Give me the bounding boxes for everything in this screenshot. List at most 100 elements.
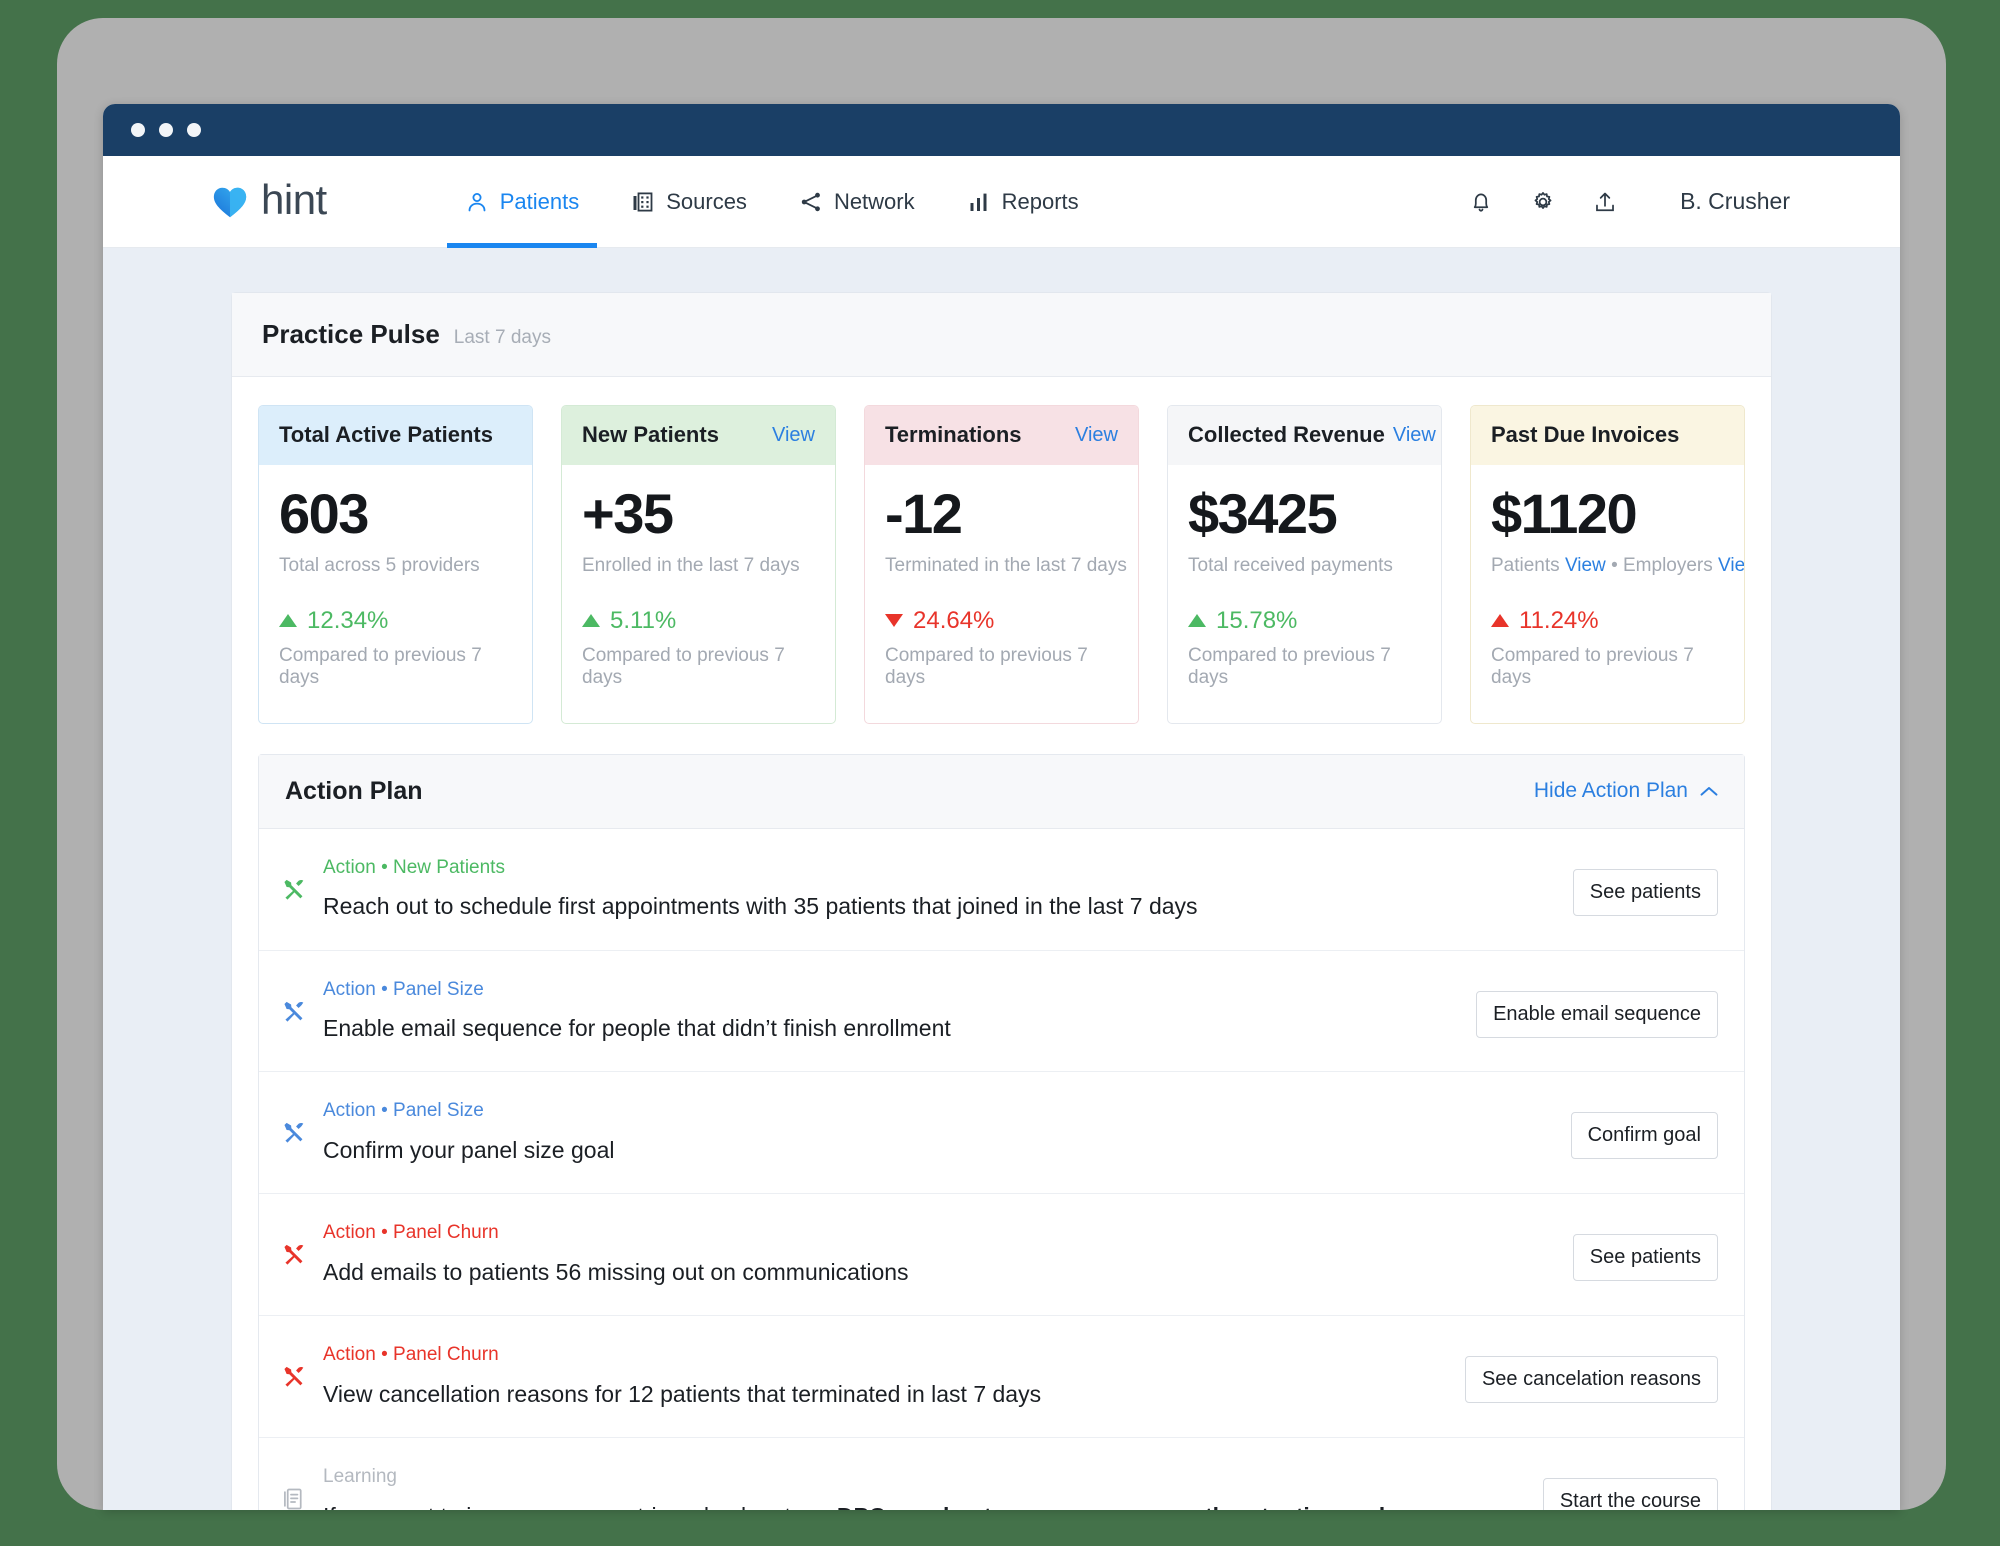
chevron-up-icon <box>1700 786 1718 796</box>
metric-delta-value: 24.64% <box>913 606 995 634</box>
action-plan-row: Action • Panel Size Confirm your panel si… <box>259 1072 1744 1195</box>
tools-icon <box>284 1245 304 1266</box>
card-note-text: Terminated in the last 7 days <box>885 554 1127 576</box>
action-row-category[interactable]: Learning <box>323 1464 1527 1491</box>
brand-logo[interactable]: hint <box>211 178 327 221</box>
metric-card: Collected Revenue View $3425 Total received… <box>1167 405 1442 724</box>
card-note-text: • <box>1611 554 1618 576</box>
action-plan-rows: Action • New Patients Reach out to schedu… <box>259 829 1744 1510</box>
action-row-description: Add emails to patients 56 missing out on… <box>323 1256 1557 1289</box>
action-row-description: If you want to improve your metrics, che… <box>323 1500 1527 1510</box>
action-row-category[interactable]: Action • Panel Size <box>323 1098 1555 1125</box>
metric-card: Past Due Invoices $1120 Patients View • Em… <box>1470 405 1745 724</box>
metric-card: Terminations View -12 Terminated in the las… <box>864 405 1139 724</box>
browser-window: hint Patients Sources Network Reports B.… <box>103 104 1900 1510</box>
triangle-up-icon <box>1491 614 1509 628</box>
minimize-icon[interactable] <box>159 123 173 137</box>
action-row-category[interactable]: Action • New Patients <box>323 855 1557 882</box>
card-note-text: Total received payments <box>1188 554 1393 576</box>
metric-note: Total received payments <box>1188 555 1421 577</box>
action-row-text: Action • Panel Churn View cancellation re… <box>323 1342 1449 1411</box>
action-plan-row: Action • Panel Churn View cancellation re… <box>259 1316 1744 1439</box>
action-row-button[interactable]: See patients <box>1572 868 1718 916</box>
action-row-category[interactable]: Action • Panel Churn <box>323 1342 1449 1369</box>
action-row-category[interactable]: Action • Panel Churn <box>323 1220 1557 1247</box>
close-icon[interactable] <box>131 123 145 137</box>
card-note-text: Employers <box>1623 554 1713 576</box>
metric-card-body: +35 Enrolled in the last 7 days 5.11% Compa… <box>562 465 835 723</box>
action-row-text: Action • New Patients Reach out to schedu… <box>323 855 1557 924</box>
metric-delta: 24.64% <box>885 607 1118 635</box>
metric-compare-label: Compared to previous 7 days <box>582 644 785 688</box>
metric-delta-value: 12.34% <box>307 606 389 634</box>
metric-compare-label: Compared to previous 7 days <box>885 644 1088 688</box>
metric-card: Total Active Patients 603 Total across 5 p… <box>258 405 533 724</box>
document-icon <box>284 1488 302 1510</box>
date-range-label: Last 7 days <box>453 327 551 348</box>
metric-compare-label: Compared to previous 7 days <box>1188 644 1391 688</box>
metric-card-header: Past Due Invoices <box>1471 406 1744 465</box>
gear-icon[interactable] <box>1530 189 1556 215</box>
action-row-description: View cancellation reasons for 12 patient… <box>323 1378 1449 1411</box>
metric-card-header: Collected Revenue View <box>1168 406 1441 465</box>
metric-note: Total across 5 providers <box>279 555 512 577</box>
metric-card-view-link[interactable]: View <box>772 424 815 447</box>
tools-icon <box>284 1123 304 1144</box>
action-plan-row: Action • Panel Size Enable email sequence… <box>259 951 1744 1073</box>
action-plan-row: Action • Panel Churn Add emails to patien… <box>259 1194 1744 1317</box>
action-row-button[interactable]: See patients <box>1572 1234 1718 1282</box>
action-row-text: Action • Panel Size Confirm your panel si… <box>323 1098 1555 1167</box>
metric-compare-label: Compared to previous 7 days <box>1491 644 1694 688</box>
metric-card-view-link[interactable]: View <box>1075 424 1118 447</box>
app-navbar: hint Patients Sources Network Reports B.… <box>103 156 1900 248</box>
card-note-link[interactable]: View <box>1718 555 1744 576</box>
nav-label: Sources <box>666 188 747 214</box>
tools-icon <box>284 1001 304 1022</box>
action-row-text: Action • Panel Size Enable email sequence… <box>323 977 1460 1046</box>
maximize-icon[interactable] <box>187 123 201 137</box>
metric-card-body: $3425 Total received payments 15.78% Compar… <box>1168 465 1441 723</box>
action-row-button-wrap: Confirm goal <box>1570 1098 1718 1160</box>
triangle-up-icon <box>582 614 600 628</box>
action-row-description-text: Add emails to patients 56 missing out on… <box>323 1259 909 1285</box>
triangle-up-icon <box>279 614 297 628</box>
metric-value: 603 <box>279 482 369 545</box>
building-icon <box>633 192 653 212</box>
metric-card-list: Total Active Patients 603 Total across 5 p… <box>232 377 1771 754</box>
action-row-button[interactable]: Enable email sequence <box>1476 990 1718 1038</box>
card-note-text: Enrolled in the last 7 days <box>582 554 800 576</box>
nav-item-network[interactable]: Network <box>773 156 941 248</box>
action-row-button-wrap: See patients <box>1572 1220 1718 1282</box>
action-row-description-plain: If you want to improve your metrics, che… <box>323 1503 837 1510</box>
action-row-description: Reach out to schedule first appointments… <box>323 890 1557 923</box>
practice-pulse-header: Practice Pulse Last 7 days <box>232 293 1771 377</box>
bar-chart-icon <box>970 193 987 211</box>
upload-icon[interactable] <box>1592 189 1618 215</box>
card-note-text: Patients <box>1491 554 1560 576</box>
metric-value: +35 <box>582 482 674 545</box>
hide-action-plan-toggle[interactable]: Hide Action Plan <box>1534 779 1718 803</box>
bell-icon[interactable] <box>1468 189 1494 215</box>
card-note-link[interactable]: View <box>1565 555 1606 576</box>
action-row-button[interactable]: Confirm goal <box>1570 1112 1718 1160</box>
nav-item-patients[interactable]: Patients <box>439 156 606 248</box>
action-row-category[interactable]: Action • Panel Size <box>323 977 1460 1004</box>
action-row-button-wrap: Enable email sequence <box>1476 977 1718 1038</box>
metric-card-title: Total Active Patients <box>279 422 493 447</box>
action-row-description-text: Reach out to schedule first appointments… <box>323 893 1198 920</box>
nav-item-reports[interactable]: Reports <box>941 156 1105 248</box>
metric-delta-value: 5.11% <box>610 606 677 634</box>
metric-card-body: 603 Total across 5 providers 12.34% Compare… <box>259 465 532 723</box>
metric-card-header: New Patients View <box>562 406 835 465</box>
person-icon <box>468 192 486 211</box>
metric-card-view-link[interactable]: View <box>1393 424 1436 447</box>
action-row-button[interactable]: See cancelation reasons <box>1464 1356 1718 1404</box>
action-plan-row: Learning If you want to improve your metr… <box>259 1438 1744 1510</box>
metric-delta: 12.34% <box>279 607 512 635</box>
action-row-button[interactable]: Start the course <box>1542 1478 1718 1510</box>
nav-item-sources[interactable]: Sources <box>605 156 773 248</box>
user-menu[interactable]: B. Crusher <box>1680 188 1790 215</box>
action-row-button-wrap: Start the course <box>1542 1464 1718 1510</box>
metric-card-title: Collected Revenue <box>1188 422 1385 447</box>
metric-value: $3425 <box>1188 482 1338 545</box>
